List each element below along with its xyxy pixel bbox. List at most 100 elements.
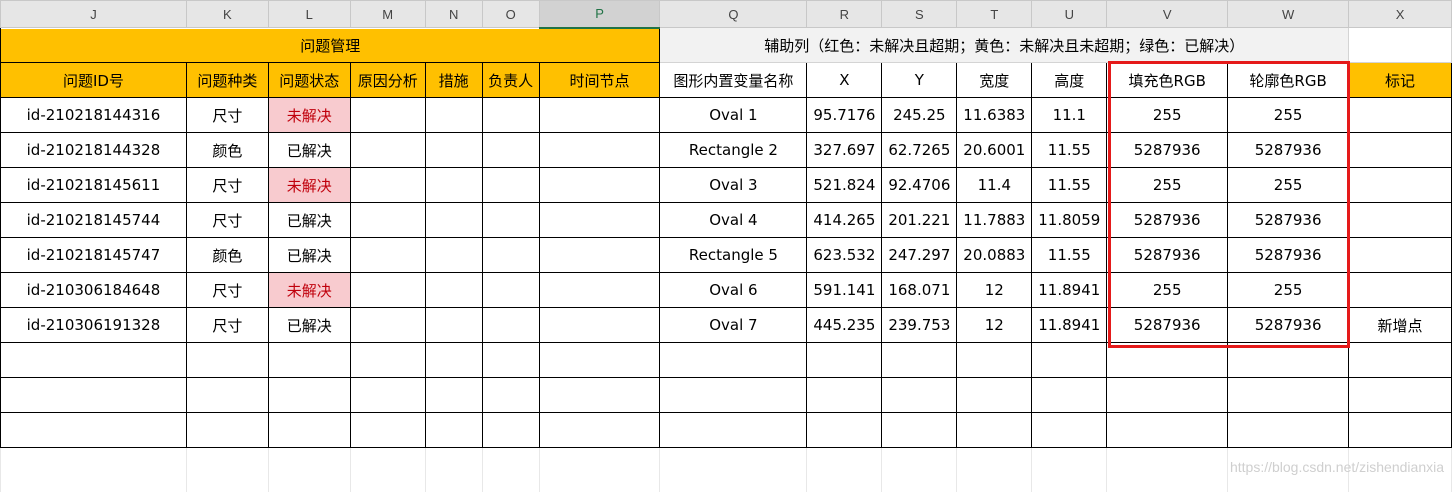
x-cell[interactable]: 327.697 <box>806 132 883 168</box>
height-cell[interactable]: 11.55 <box>1031 167 1108 203</box>
empty-cell[interactable] <box>1227 342 1350 378</box>
empty-cell[interactable] <box>1227 412 1350 448</box>
width-cell[interactable]: 12 <box>956 272 1033 308</box>
empty-cell[interactable] <box>956 447 1033 492</box>
empty-cell[interactable] <box>349 412 426 448</box>
deadline-cell[interactable] <box>538 272 661 308</box>
x-cell[interactable]: 623.532 <box>806 237 883 273</box>
empty-cell[interactable] <box>481 377 540 413</box>
empty-cell[interactable] <box>956 342 1033 378</box>
empty-cell[interactable] <box>806 377 883 413</box>
aux-header-5[interactable]: 填充色RGB <box>1106 62 1229 98</box>
column-header-s[interactable]: S <box>881 0 958 28</box>
issue-id-cell[interactable]: id-210218145747 <box>0 237 187 273</box>
owner-cell[interactable] <box>481 132 540 168</box>
measures-cell[interactable] <box>424 272 483 308</box>
y-cell[interactable]: 168.071 <box>881 272 958 308</box>
outline-rgb-cell[interactable]: 5287936 <box>1227 307 1350 343</box>
empty-cell[interactable] <box>1348 27 1452 63</box>
mark-cell[interactable] <box>1348 272 1452 308</box>
measures-cell[interactable] <box>424 307 483 343</box>
empty-cell[interactable] <box>1348 377 1452 413</box>
column-header-k[interactable]: K <box>185 0 269 28</box>
empty-cell[interactable] <box>659 377 808 413</box>
outline-rgb-cell[interactable]: 255 <box>1227 167 1350 203</box>
measures-cell[interactable] <box>424 132 483 168</box>
mark-cell[interactable] <box>1348 202 1452 238</box>
empty-cell[interactable] <box>1031 447 1108 492</box>
empty-cell[interactable] <box>424 342 483 378</box>
issue-status-cell[interactable]: 已解决 <box>267 237 351 273</box>
issue-id-cell[interactable]: id-210306191328 <box>0 307 187 343</box>
issue-id-cell[interactable]: id-210218145744 <box>0 202 187 238</box>
empty-cell[interactable] <box>1031 412 1108 448</box>
cause-analysis-cell[interactable] <box>349 307 426 343</box>
owner-cell[interactable] <box>481 307 540 343</box>
mark-cell[interactable] <box>1348 167 1452 203</box>
height-cell[interactable]: 11.8059 <box>1031 202 1108 238</box>
owner-cell[interactable] <box>481 202 540 238</box>
empty-cell[interactable] <box>267 342 351 378</box>
shape-name-cell[interactable]: Oval 7 <box>659 307 808 343</box>
deadline-cell[interactable] <box>538 202 661 238</box>
shape-name-cell[interactable]: Oval 3 <box>659 167 808 203</box>
empty-cell[interactable] <box>1106 447 1229 492</box>
empty-cell[interactable] <box>0 342 187 378</box>
issue-type-cell[interactable]: 颜色 <box>185 132 269 168</box>
y-cell[interactable]: 201.221 <box>881 202 958 238</box>
measures-cell[interactable] <box>424 202 483 238</box>
empty-cell[interactable] <box>1106 342 1229 378</box>
empty-cell[interactable] <box>424 412 483 448</box>
empty-cell[interactable] <box>1106 377 1229 413</box>
deadline-cell[interactable] <box>538 97 661 133</box>
empty-cell[interactable] <box>538 447 661 492</box>
column-header-o[interactable]: O <box>481 0 540 28</box>
issue-status-cell[interactable]: 已解决 <box>267 202 351 238</box>
empty-cell[interactable] <box>659 342 808 378</box>
empty-cell[interactable] <box>806 412 883 448</box>
x-cell[interactable]: 521.824 <box>806 167 883 203</box>
width-cell[interactable]: 11.6383 <box>956 97 1033 133</box>
issue-management-title[interactable]: 问题管理 <box>0 27 661 63</box>
issue-status-cell[interactable]: 已解决 <box>267 307 351 343</box>
column-header-v[interactable]: V <box>1106 0 1229 28</box>
empty-cell[interactable] <box>0 447 187 492</box>
x-cell[interactable]: 414.265 <box>806 202 883 238</box>
empty-cell[interactable] <box>538 412 661 448</box>
cause-analysis-cell[interactable] <box>349 237 426 273</box>
issue-type-cell[interactable]: 尺寸 <box>185 307 269 343</box>
empty-cell[interactable] <box>956 412 1033 448</box>
width-cell[interactable]: 11.7883 <box>956 202 1033 238</box>
empty-cell[interactable] <box>481 342 540 378</box>
fill-rgb-cell[interactable]: 5287936 <box>1106 307 1229 343</box>
empty-cell[interactable] <box>267 447 351 492</box>
fill-rgb-cell[interactable]: 255 <box>1106 272 1229 308</box>
issue-type-cell[interactable]: 颜色 <box>185 237 269 273</box>
aux-header-3[interactable]: 宽度 <box>956 62 1033 98</box>
aux-header-4[interactable]: 高度 <box>1031 62 1108 98</box>
empty-cell[interactable] <box>1348 342 1452 378</box>
empty-cell[interactable] <box>806 342 883 378</box>
mark-cell[interactable] <box>1348 97 1452 133</box>
shape-name-cell[interactable]: Oval 1 <box>659 97 808 133</box>
column-header-t[interactable]: T <box>956 0 1033 28</box>
column-header-j[interactable]: J <box>0 0 187 28</box>
empty-cell[interactable] <box>881 412 958 448</box>
issue-id-cell[interactable]: id-210218145611 <box>0 167 187 203</box>
issue-header-1[interactable]: 问题种类 <box>185 62 269 98</box>
outline-rgb-cell[interactable]: 255 <box>1227 272 1350 308</box>
width-cell[interactable]: 12 <box>956 307 1033 343</box>
cause-analysis-cell[interactable] <box>349 167 426 203</box>
mark-cell[interactable] <box>1348 237 1452 273</box>
column-header-l[interactable]: L <box>267 0 351 28</box>
column-header-n[interactable]: N <box>424 0 483 28</box>
deadline-cell[interactable] <box>538 237 661 273</box>
empty-cell[interactable] <box>481 447 540 492</box>
x-cell[interactable]: 95.7176 <box>806 97 883 133</box>
cause-analysis-cell[interactable] <box>349 202 426 238</box>
issue-header-0[interactable]: 问题ID号 <box>0 62 187 98</box>
deadline-cell[interactable] <box>538 167 661 203</box>
aux-header-1[interactable]: X <box>806 62 883 98</box>
height-cell[interactable]: 11.1 <box>1031 97 1108 133</box>
issue-status-cell[interactable]: 已解决 <box>267 132 351 168</box>
